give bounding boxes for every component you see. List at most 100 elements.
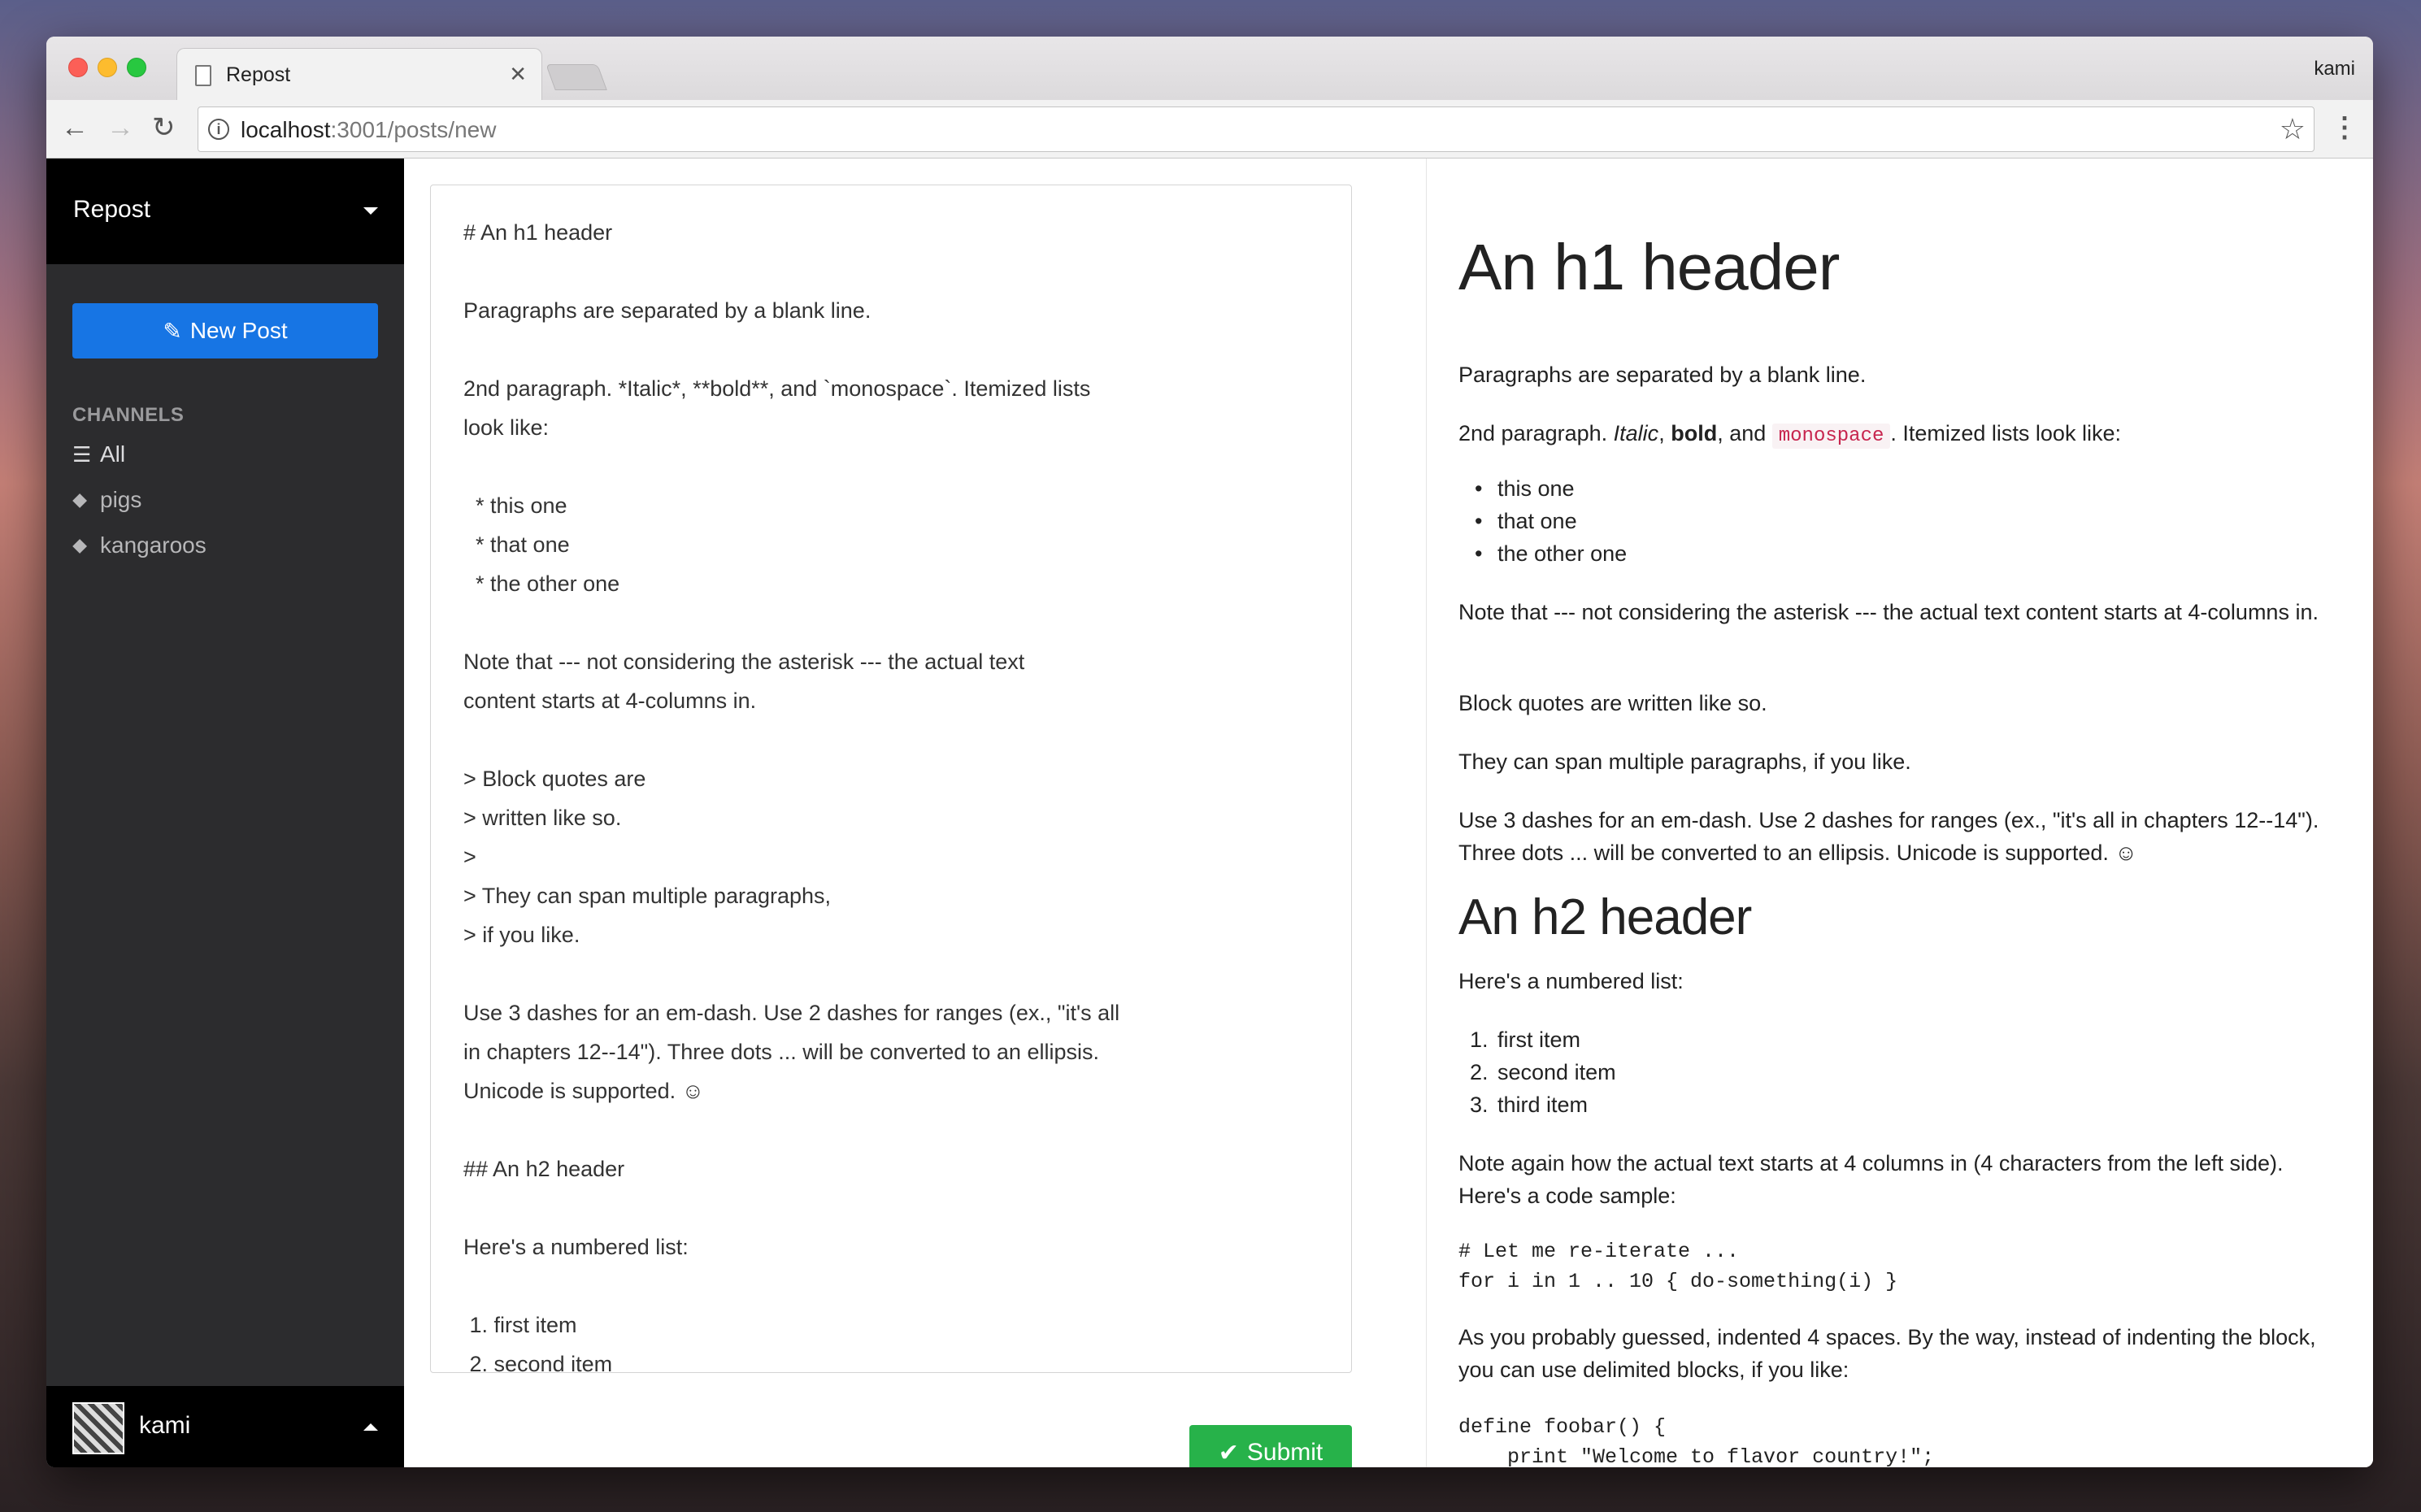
- list-item-text: second item: [1497, 1060, 1616, 1084]
- forward-arrow-icon[interactable]: →: [106, 110, 134, 146]
- editor-line: Unicode is supported. ☺: [463, 1079, 705, 1103]
- browser-window: Repost ✕ kami ← → ↻ i localhost:3001/pos…: [46, 37, 2373, 1467]
- list-item: that one: [1475, 505, 1627, 537]
- preview-paragraph: As you probably guessed, indented 4 spac…: [1458, 1325, 2316, 1382]
- close-window-button[interactable]: [68, 58, 88, 77]
- editor-line: Use 3 dashes for an em-dash. Use 2 dashe…: [463, 1001, 1120, 1025]
- close-tab-icon[interactable]: ✕: [509, 62, 527, 87]
- caret-up-icon: [363, 1423, 378, 1431]
- tab-title: Repost: [226, 63, 291, 86]
- channel-item-kangaroos[interactable]: ⬥ kangaroos: [72, 532, 206, 558]
- url-host: localhost: [241, 117, 331, 142]
- editor-line: Note that --- not considering the asteri…: [463, 650, 1025, 674]
- back-arrow-icon[interactable]: ←: [61, 110, 89, 146]
- editor-line: 2. second item: [463, 1352, 613, 1373]
- list-item: 1. first item: [1470, 1023, 1616, 1056]
- info-icon[interactable]: i: [208, 119, 229, 140]
- maximize-window-button[interactable]: [127, 58, 146, 77]
- user-bar[interactable]: kami: [46, 1386, 404, 1467]
- preview-paragraph: Use 3 dashes for an em-dash. Use 2 dashe…: [1458, 808, 2319, 865]
- submit-label: Submit: [1246, 1439, 1324, 1466]
- list-item: 2. second item: [1470, 1056, 1616, 1088]
- bullet-list: this one that one the other one: [1475, 472, 1627, 570]
- editor-line: ## An h2 header: [463, 1157, 625, 1181]
- new-post-button[interactable]: ✎ New Post: [72, 303, 378, 358]
- preview-paragraph: Note again how the actual text starts at…: [1458, 1151, 2284, 1208]
- text-run: 2nd paragraph.: [1458, 421, 1614, 445]
- checkmark-icon: ✔: [1218, 1439, 1239, 1466]
- italic-text: Italic: [1613, 421, 1659, 445]
- markdown-textarea[interactable]: # An h1 header Paragraphs are separated b…: [430, 185, 1352, 1373]
- new-tab-button[interactable]: [545, 64, 607, 90]
- list-item: the other one: [1475, 537, 1627, 570]
- browser-menu-icon[interactable]: ⋮: [2331, 111, 2358, 144]
- editor-line: > They can span multiple paragraphs,: [463, 884, 832, 908]
- editor-line: > Block quotes are: [463, 767, 646, 791]
- preview-paragraph: Block quotes are written like so.: [1458, 691, 1767, 715]
- list-item-text: first item: [1497, 1028, 1581, 1052]
- code-block: define foobar() { print "Welcome to flav…: [1458, 1415, 1935, 1467]
- preview-h1: An h1 header: [1458, 231, 1840, 303]
- editor-line: # An h1 header: [463, 220, 613, 245]
- editor-line: 2nd paragraph. *Italic*, **bold**, and `…: [463, 376, 1091, 401]
- sidebar: Repost ✎ New Post CHANNELS ☰ All ⬥ pigs …: [46, 159, 404, 1467]
- list-number: 1.: [1470, 1028, 1489, 1052]
- brand-header[interactable]: Repost: [46, 159, 404, 264]
- tag-icon: ⬥: [72, 532, 88, 557]
- preview-paragraph: Here's a numbered list:: [1458, 969, 1684, 993]
- inline-code: monospace: [1771, 424, 1891, 449]
- editor-line: look like:: [463, 415, 550, 440]
- list-item: this one: [1475, 472, 1627, 505]
- channel-label: pigs: [100, 487, 142, 512]
- channels-heading: CHANNELS: [72, 404, 185, 426]
- bookmark-star-icon[interactable]: ☆: [2280, 112, 2306, 146]
- numbered-list: 1. first item 2. second item 3. third item: [1470, 1023, 1616, 1121]
- minimize-window-button[interactable]: [98, 58, 117, 77]
- page-icon: [195, 65, 211, 86]
- preview-h2: An h2 header: [1458, 889, 1752, 945]
- editor-line: in chapters 12--14"). Three dots ... wil…: [463, 1040, 1099, 1064]
- reload-icon[interactable]: ↻: [152, 110, 176, 146]
- channel-item-all[interactable]: ☰ All: [72, 441, 125, 467]
- editor-line: > written like so.: [463, 806, 622, 830]
- editor-line: * that one: [463, 532, 570, 557]
- preview-paragraph: Paragraphs are separated by a blank line…: [1458, 363, 1867, 387]
- channel-label: kangaroos: [100, 532, 206, 558]
- channel-item-pigs[interactable]: ⬥ pigs: [72, 487, 141, 513]
- list-icon: ☰: [72, 441, 92, 467]
- channel-label: All: [100, 441, 126, 467]
- profile-name[interactable]: kami: [2314, 58, 2355, 80]
- code-block: # Let me re-iterate ... for i in 1 .. 10…: [1458, 1240, 1898, 1293]
- list-number: 2.: [1470, 1060, 1489, 1084]
- new-post-label: New Post: [189, 318, 288, 343]
- url-path: :3001/posts/new: [330, 117, 497, 142]
- username: kami: [139, 1412, 191, 1439]
- editor-line: 1. first item: [463, 1313, 577, 1337]
- avatar: [72, 1402, 124, 1454]
- title-bar: Repost ✕ kami: [46, 37, 2373, 100]
- submit-button[interactable]: ✔ Submit: [1189, 1425, 1352, 1467]
- caret-down-icon: [363, 207, 378, 215]
- address-bar[interactable]: i localhost:3001/posts/new ☆: [198, 106, 2315, 152]
- tag-icon: ⬥: [72, 487, 88, 511]
- text-run: ,: [1658, 421, 1671, 445]
- text-run: . Itemized lists look like:: [1890, 421, 2121, 445]
- editor-line: * the other one: [463, 571, 620, 596]
- editor-line: content starts at 4-columns in.: [463, 689, 757, 713]
- browser-tab[interactable]: Repost ✕: [176, 48, 542, 100]
- editor-line: >: [463, 845, 476, 869]
- app-area: Repost ✎ New Post CHANNELS ☰ All ⬥ pigs …: [46, 159, 2373, 1467]
- list-item-text: third item: [1497, 1093, 1589, 1117]
- text-run: , and: [1717, 421, 1772, 445]
- url-text[interactable]: localhost:3001/posts/new: [241, 117, 496, 143]
- editor-pane: # An h1 header Paragraphs are separated b…: [404, 159, 1427, 1467]
- list-item: 3. third item: [1470, 1088, 1616, 1121]
- pencil-icon: ✎: [163, 318, 182, 344]
- markdown-preview: An h1 header Paragraphs are separated by…: [1458, 159, 2345, 1467]
